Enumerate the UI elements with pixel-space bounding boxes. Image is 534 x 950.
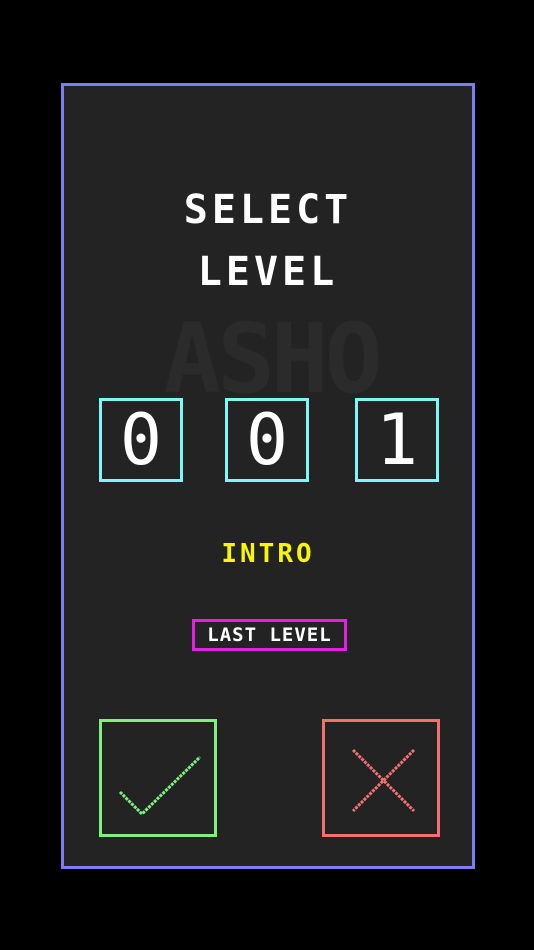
- level-digit-tens-value: 0: [245, 399, 289, 481]
- level-name: INTRO: [221, 539, 315, 569]
- level-select-panel: SELECT LEVEL ASHO 0 0 1 INTRO LAST LEVEL: [61, 83, 475, 869]
- level-digit-hundreds-value: 0: [119, 399, 163, 481]
- title-line-level: LEVEL: [197, 249, 339, 295]
- confirm-button[interactable]: [99, 719, 217, 837]
- checkmark-icon: [118, 755, 202, 817]
- level-digit-hundreds[interactable]: 0: [99, 398, 183, 482]
- cancel-button[interactable]: [322, 719, 440, 837]
- level-digit-tens[interactable]: 0: [225, 398, 309, 482]
- last-level-button[interactable]: LAST LEVEL: [192, 619, 347, 651]
- watermark-logo: ASHO: [163, 303, 382, 415]
- level-digit-ones-value: 1: [375, 399, 419, 481]
- x-icon: [351, 748, 416, 813]
- title-line-select: SELECT: [183, 187, 353, 233]
- level-digit-ones[interactable]: 1: [355, 398, 439, 482]
